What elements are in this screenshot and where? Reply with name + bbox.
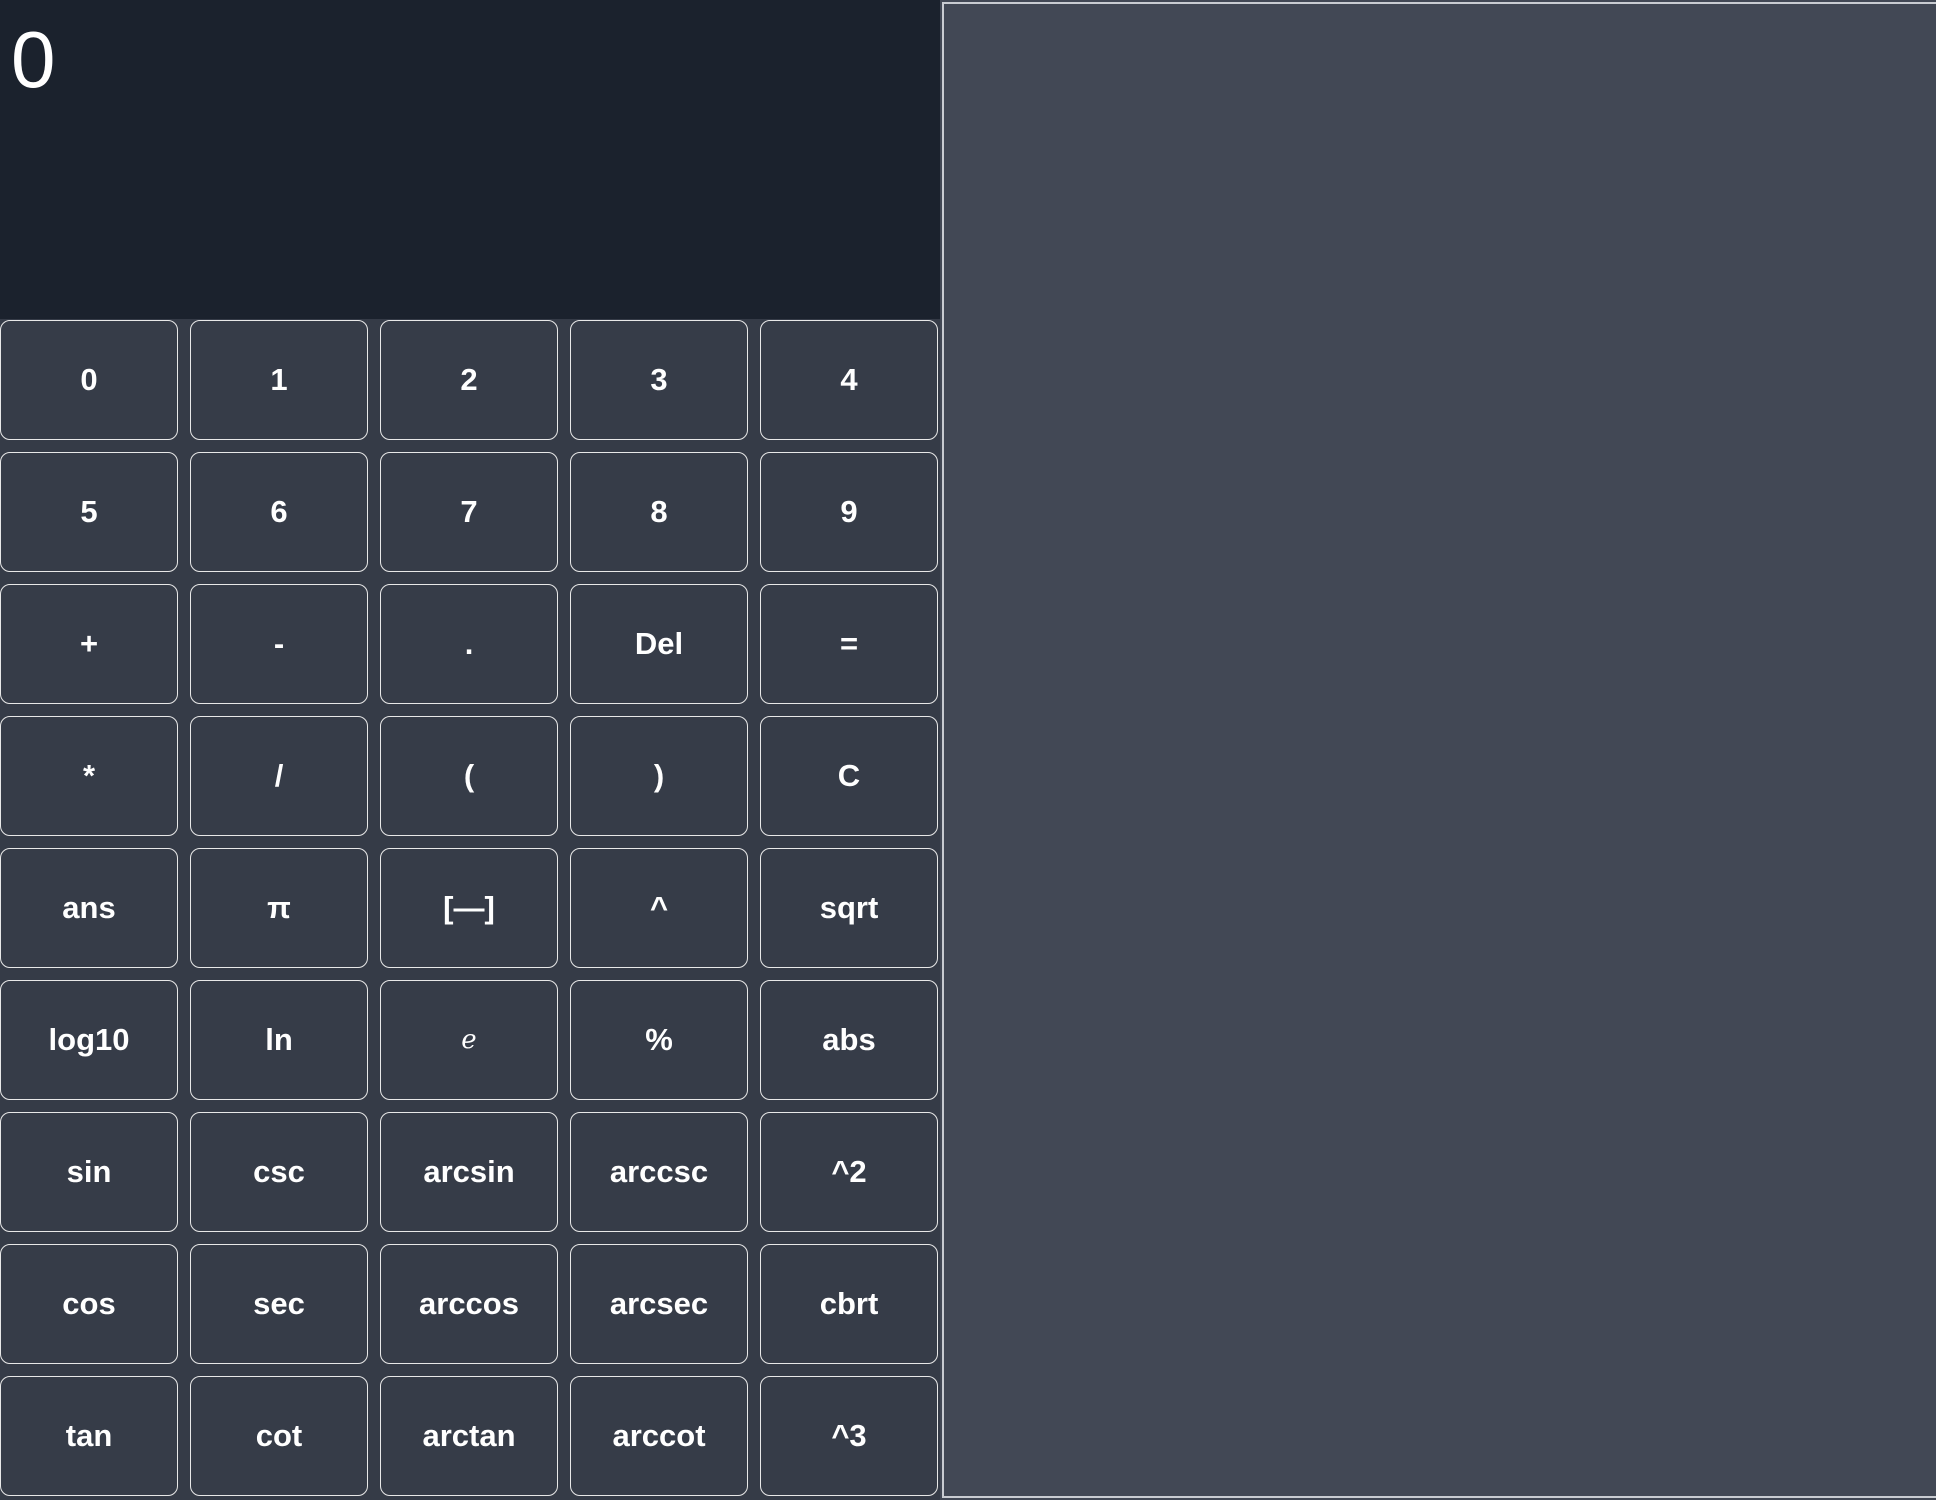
- key-0[interactable]: 0: [0, 320, 178, 440]
- key-3[interactable]: 3: [570, 320, 748, 440]
- plus-button[interactable]: +: [0, 584, 178, 704]
- calculator-app: 0 0 1 2 3 4 5 6 7 8 9 + -. Del = * /() Cans π [—] ^ sqrt log1…: [0, 0, 1936, 1500]
- arctan-button[interactable]: arctan: [380, 1376, 558, 1496]
- arccos-button[interactable]: arccos: [380, 1244, 558, 1364]
- cbrt-button[interactable]: cbrt: [760, 1244, 938, 1364]
- open-paren-button[interactable]: (: [380, 716, 558, 836]
- power-button[interactable]: ^: [570, 848, 748, 968]
- arcsec-button[interactable]: arcsec: [570, 1244, 748, 1364]
- arccsc-button[interactable]: arccsc: [570, 1112, 748, 1232]
- key-9[interactable]: 9: [760, 452, 938, 572]
- key-7[interactable]: 7: [380, 452, 558, 572]
- ans-button[interactable]: ans: [0, 848, 178, 968]
- abs-button[interactable]: abs: [760, 980, 938, 1100]
- sin-button[interactable]: sin: [0, 1112, 178, 1232]
- sec-button[interactable]: sec: [190, 1244, 368, 1364]
- arcsin-button[interactable]: arcsin: [380, 1112, 558, 1232]
- sqrt-button[interactable]: sqrt: [760, 848, 938, 968]
- key-2[interactable]: 2: [380, 320, 558, 440]
- pi-button[interactable]: π: [190, 848, 368, 968]
- key-8[interactable]: 8: [570, 452, 748, 572]
- euler-e-button[interactable]: e: [380, 980, 558, 1100]
- arccot-button[interactable]: arccot: [570, 1376, 748, 1496]
- csc-button[interactable]: csc: [190, 1112, 368, 1232]
- equals-button[interactable]: =: [760, 584, 938, 704]
- tan-button[interactable]: tan: [0, 1376, 178, 1496]
- decimal-point-button[interactable]: .: [380, 584, 558, 704]
- keypad: 0 1 2 3 4 5 6 7 8 9 + -. Del = * /() Cans π [—] ^ sqrt log10 l…: [0, 320, 940, 1500]
- minus-button[interactable]: -: [190, 584, 368, 704]
- fraction-button[interactable]: [—]: [380, 848, 558, 968]
- close-paren-button[interactable]: ): [570, 716, 748, 836]
- key-6[interactable]: 6: [190, 452, 368, 572]
- ln-button[interactable]: ln: [190, 980, 368, 1100]
- cot-button[interactable]: cot: [190, 1376, 368, 1496]
- cos-button[interactable]: cos: [0, 1244, 178, 1364]
- multiply-button[interactable]: *: [0, 716, 178, 836]
- key-5[interactable]: 5: [0, 452, 178, 572]
- display-value: 0: [11, 15, 56, 104]
- calculator-display: 0: [0, 0, 940, 319]
- log10-button[interactable]: log10: [0, 980, 178, 1100]
- key-1[interactable]: 1: [190, 320, 368, 440]
- divide-button[interactable]: /: [190, 716, 368, 836]
- square-button[interactable]: ^2: [760, 1112, 938, 1232]
- side-panel: [942, 2, 1936, 1498]
- cube-button[interactable]: ^3: [760, 1376, 938, 1496]
- calculator-panel: 0 0 1 2 3 4 5 6 7 8 9 + -. Del = * /() Cans π [—] ^ sqrt log1…: [0, 0, 940, 1500]
- percent-button[interactable]: %: [570, 980, 748, 1100]
- key-4[interactable]: 4: [760, 320, 938, 440]
- delete-button[interactable]: Del: [570, 584, 748, 704]
- clear-button[interactable]: C: [760, 716, 938, 836]
